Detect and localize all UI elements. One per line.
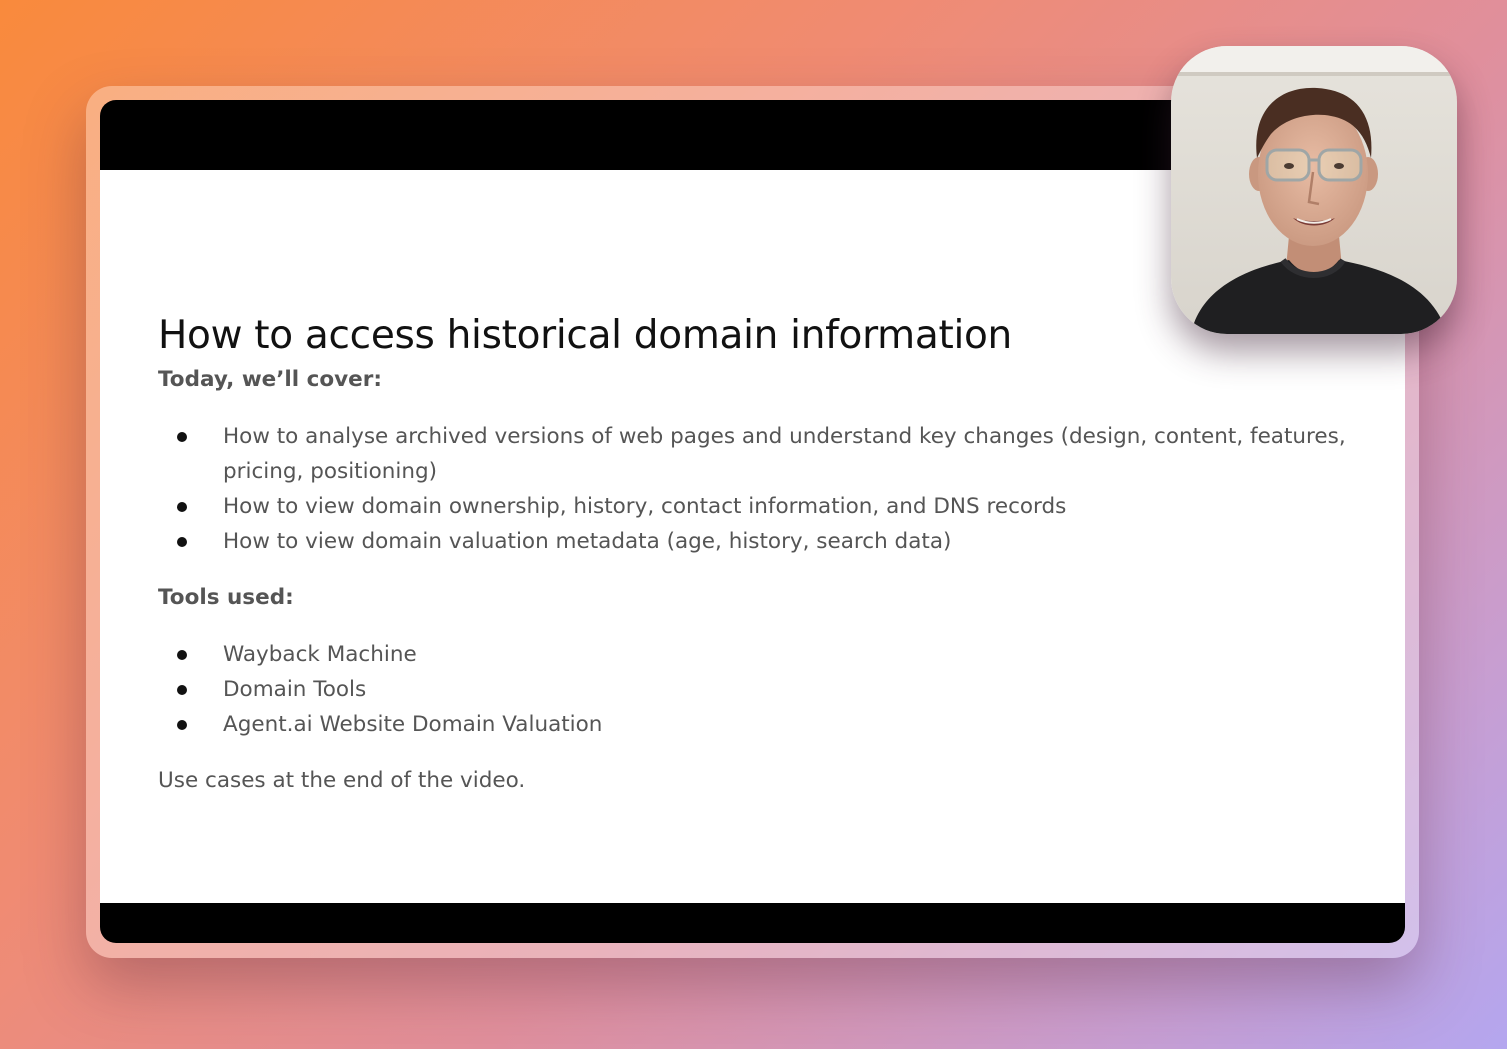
bullet-icon	[177, 685, 187, 695]
list-item: Wayback Machine	[158, 637, 1358, 672]
footer-note: Use cases at the end of the video.	[158, 768, 526, 793]
slide-title: How to access historical domain informat…	[158, 313, 1012, 358]
section-heading-tools: Tools used:	[158, 585, 294, 610]
list-item-text: Agent.ai Website Domain Valuation	[223, 712, 603, 737]
bullet-icon	[177, 502, 187, 512]
section-heading-cover: Today, we’ll cover:	[158, 367, 382, 392]
list-item: How to view domain ownership, history, c…	[158, 489, 1358, 524]
list-item-text: How to view domain ownership, history, c…	[223, 494, 1067, 519]
cover-list: How to analyse archived versions of web …	[158, 419, 1358, 559]
list-item-text: Wayback Machine	[223, 642, 417, 667]
bullet-icon	[177, 720, 187, 730]
bullet-icon	[177, 537, 187, 547]
bullet-icon	[177, 432, 187, 442]
list-item: Agent.ai Website Domain Valuation	[158, 707, 1358, 742]
list-item: How to analyse archived versions of web …	[158, 419, 1358, 489]
presenter-video-icon	[1171, 46, 1457, 334]
tools-list: Wayback Machine Domain Tools Agent.ai We…	[158, 637, 1358, 742]
list-item-text: How to analyse archived versions of web …	[223, 424, 1346, 484]
list-item-text: How to view domain valuation metadata (a…	[223, 529, 952, 554]
list-item: Domain Tools	[158, 672, 1358, 707]
list-item-text: Domain Tools	[223, 677, 367, 702]
bullet-icon	[177, 650, 187, 660]
presenter-webcam[interactable]	[1171, 46, 1457, 334]
list-item: How to view domain valuation metadata (a…	[158, 524, 1358, 559]
